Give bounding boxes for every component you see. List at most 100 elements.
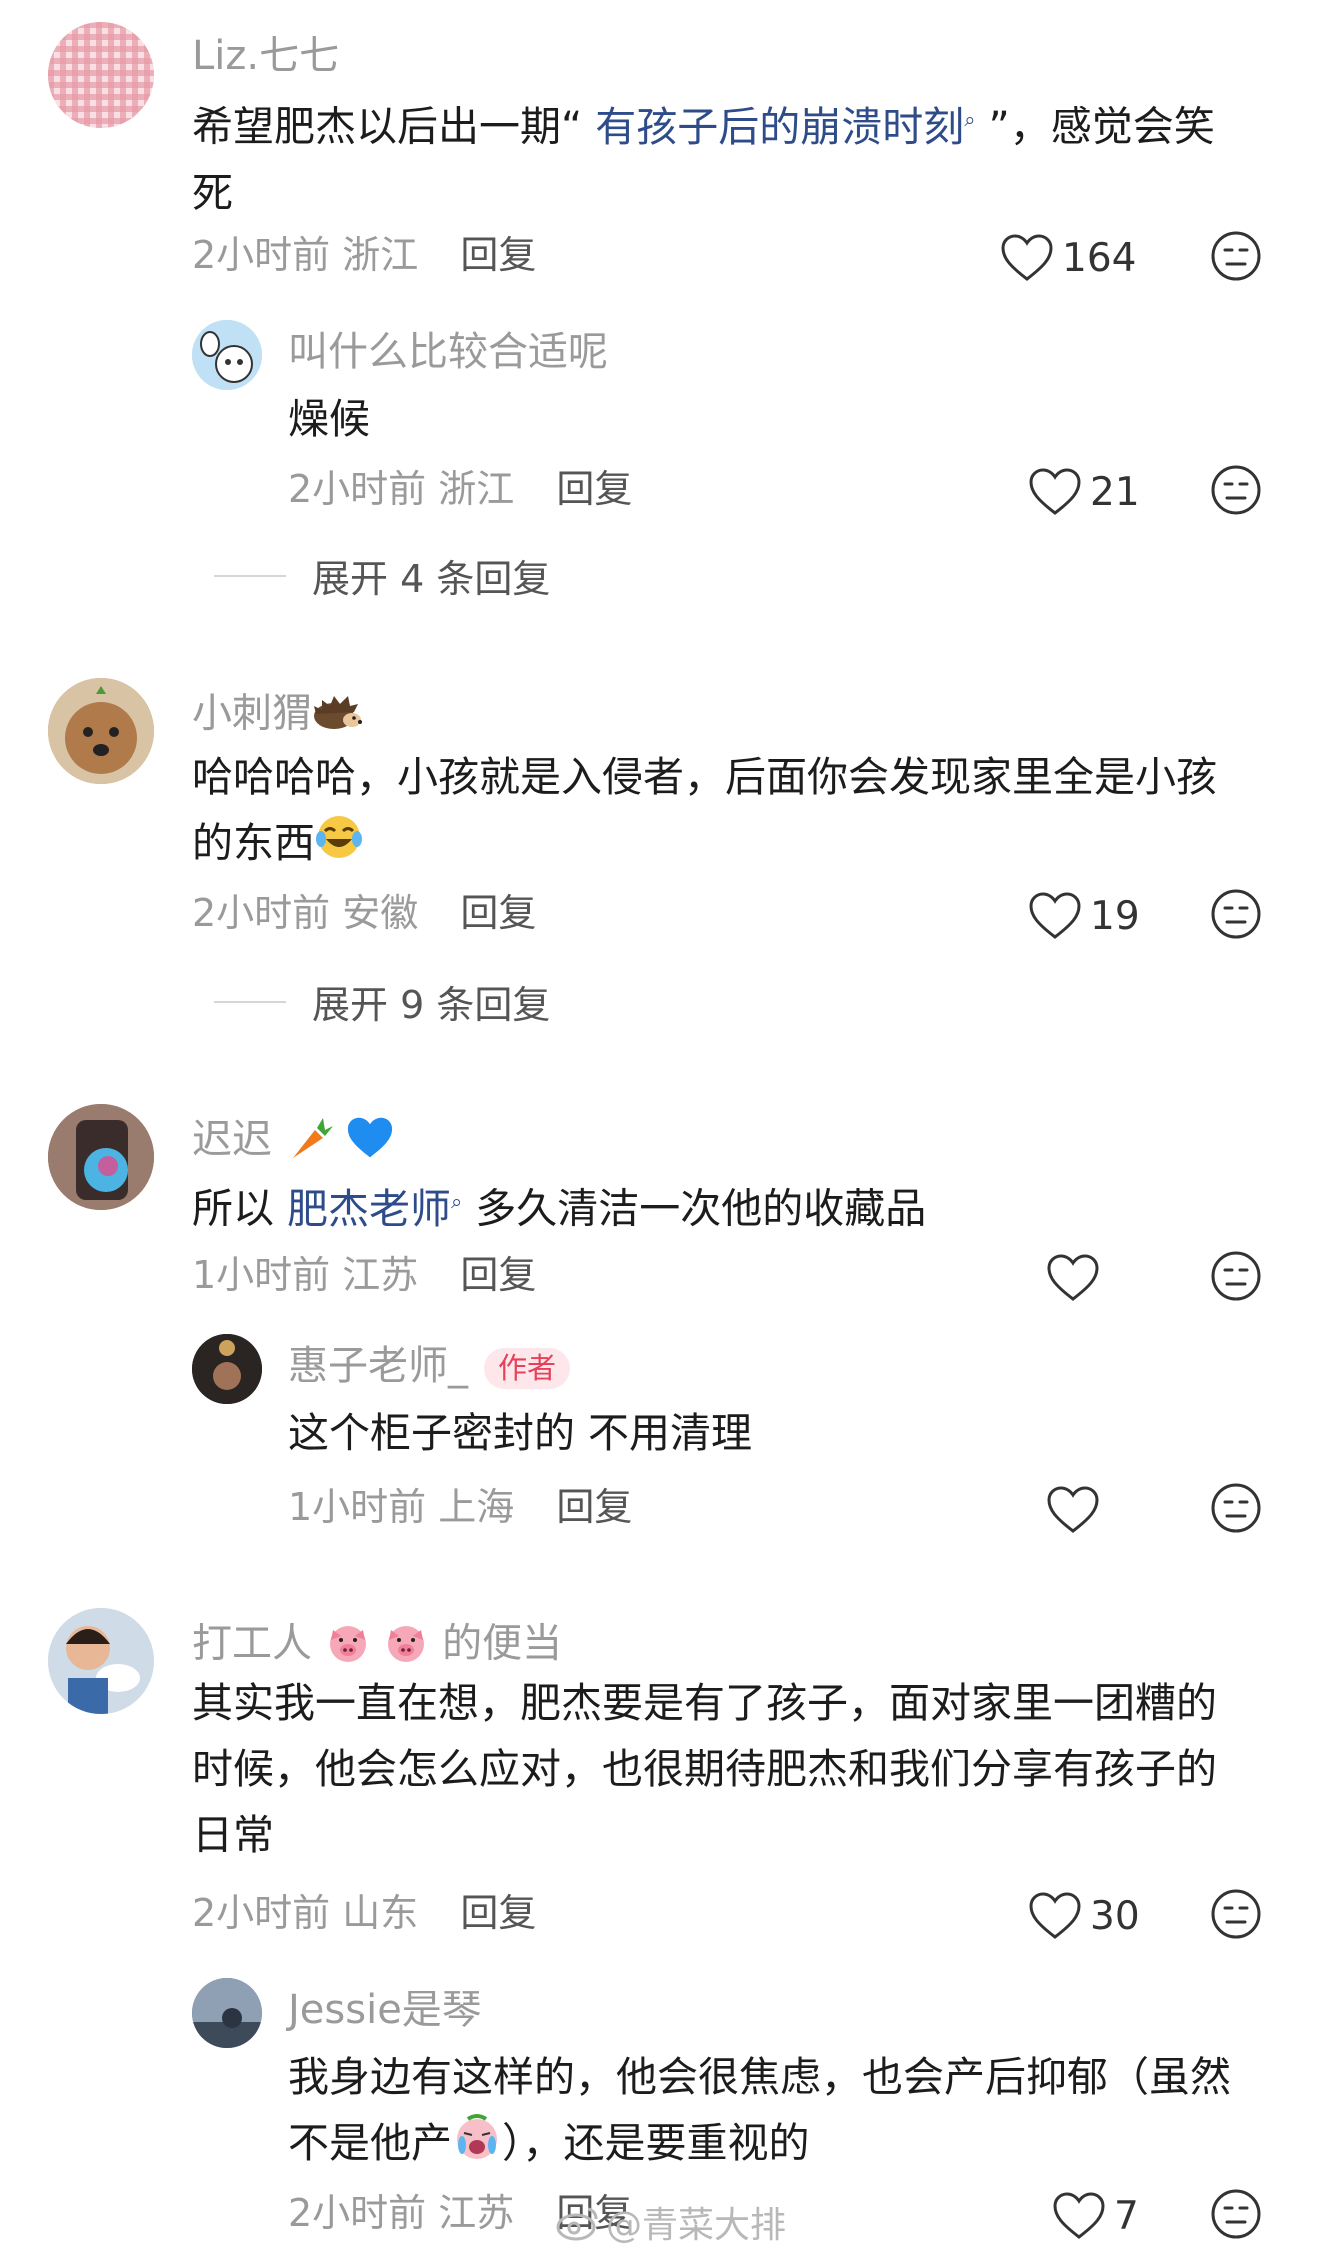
- like-count: 7: [1114, 2193, 1139, 2239]
- like-button[interactable]: 30: [1028, 1886, 1140, 1946]
- dislike-button[interactable]: [1210, 1250, 1262, 1302]
- comment-text: 所以 肥杰老师⌕ 多久清洁一次他的收藏品: [192, 1168, 1252, 1242]
- heart-outline-icon: [1053, 2192, 1105, 2239]
- like-button[interactable]: 19: [1028, 886, 1140, 946]
- timestamp: 2小时前: [288, 467, 427, 511]
- reply-button[interactable]: 回复: [460, 891, 536, 935]
- comment-text-part: 希望肥杰以后出一期“: [192, 102, 596, 151]
- comment-text: 希望肥杰以后出一期“ 有孩子后的崩溃时刻⌕ ”，感觉会笑 死: [192, 86, 1252, 226]
- dislike-face-icon: [1211, 465, 1261, 515]
- laughing-tears-emoji-icon: [315, 813, 363, 880]
- dislike-button[interactable]: [1210, 230, 1262, 282]
- comment-text-part: 的东西: [192, 819, 315, 867]
- search-link[interactable]: 肥杰老师⌕: [287, 1185, 462, 1233]
- heart-outline-icon: [1029, 1892, 1081, 1939]
- username[interactable]: Liz.七七: [192, 36, 339, 76]
- reply-button[interactable]: 回复: [460, 233, 536, 277]
- comment-meta: 2小时前 山东 回复: [192, 1894, 536, 1932]
- comment-meta: 1小时前 江苏 回复: [192, 1256, 536, 1294]
- avatar[interactable]: [48, 22, 154, 128]
- divider: [214, 574, 286, 577]
- divider: [214, 1000, 286, 1003]
- crying-face-emoji-icon: [452, 2113, 502, 2180]
- like-count: 30: [1090, 1893, 1140, 1939]
- avatar[interactable]: [48, 1608, 154, 1714]
- expand-replies-button[interactable]: 展开 9 条回复: [214, 974, 550, 1029]
- comment-text-part: 死: [192, 168, 233, 217]
- username[interactable]: Jessie是琴: [288, 1990, 482, 2030]
- timestamp: 2小时前: [192, 1891, 331, 1935]
- comment-text-part: 其实我一直在想，肥杰要是有了孩子，面对家里一团糟的: [192, 1679, 1217, 1727]
- avatar[interactable]: [48, 1104, 154, 1210]
- heart-outline-icon: [1047, 1254, 1099, 1301]
- dislike-button[interactable]: [1210, 464, 1262, 516]
- dislike-face-icon: [1211, 2189, 1261, 2239]
- reply-button[interactable]: 回复: [556, 467, 632, 511]
- username[interactable]: 小刺猬: [192, 692, 362, 739]
- avatar[interactable]: [192, 320, 262, 390]
- comment-text-part: 时候，他会怎么应对，也很期待肥杰和我们分享有孩子的: [192, 1745, 1217, 1793]
- timestamp: 1小时前: [288, 1485, 427, 1529]
- username[interactable]: 叫什么比较合适呢: [288, 332, 608, 372]
- avatar[interactable]: [192, 1978, 262, 2048]
- pig-emoji-icon: [325, 1620, 371, 1671]
- reply-meta: 1小时前 上海 回复: [288, 1488, 632, 1526]
- comment-text-part: 哈哈哈哈，小孩就是入侵者，后面你会发现家里全是小孩: [192, 753, 1217, 801]
- pig-emoji-icon: [383, 1620, 429, 1671]
- avatar[interactable]: [48, 678, 154, 784]
- location: 浙江: [438, 467, 515, 511]
- reply-button[interactable]: 回复: [556, 1485, 632, 1529]
- location: 山东: [342, 1891, 419, 1935]
- comment-text-part: 日常: [192, 1811, 274, 1859]
- timestamp: 2小时前: [192, 891, 331, 935]
- expand-replies-button[interactable]: 展开 4 条回复: [214, 548, 550, 603]
- photo-avatar-image: [48, 1104, 154, 1210]
- timestamp: 2小时前: [192, 233, 331, 277]
- cartoon-avatar-image: [192, 320, 262, 390]
- reply-text: 我身边有这样的，他会很焦虑，也会产后抑郁（虽然 不是他产 ），还是要重视的: [288, 2044, 1288, 2180]
- reply-button[interactable]: 回复: [460, 1891, 536, 1935]
- like-button[interactable]: 21: [1028, 462, 1140, 522]
- avatar[interactable]: [192, 1334, 262, 1404]
- weibo-logo-icon: [556, 2205, 600, 2250]
- expand-label: 展开 9 条回复: [312, 983, 551, 1027]
- like-button[interactable]: [1046, 1248, 1100, 1308]
- dislike-button[interactable]: [1210, 1888, 1262, 1940]
- like-button[interactable]: [1046, 1480, 1100, 1540]
- dislike-face-icon: [1211, 889, 1261, 939]
- dog-avatar-image: [48, 678, 154, 784]
- hedgehog-emoji-icon: [312, 692, 362, 739]
- username[interactable]: 惠子老师_ 作者: [288, 1346, 571, 1389]
- carrot-emoji-icon: [285, 1114, 333, 1169]
- reply-text-part: 不是他产: [288, 2119, 452, 2167]
- comment-meta: 2小时前 浙江 回复: [192, 236, 536, 274]
- photo-avatar-image: [192, 1978, 262, 2048]
- comment-text-part: 多久清洁一次他的收藏品: [462, 1184, 927, 1233]
- watermark: @青菜大排: [556, 2196, 786, 2250]
- like-count: 164: [1062, 235, 1137, 281]
- author-badge: 作者: [484, 1347, 571, 1389]
- reply-text: 这个柜子密封的 不用清理: [288, 1409, 753, 1457]
- photo-avatar-image: [192, 1334, 262, 1404]
- heart-outline-icon: [1047, 1486, 1099, 1533]
- heart-outline-icon: [1029, 892, 1081, 939]
- dislike-button[interactable]: [1210, 1482, 1262, 1534]
- photo-avatar-image: [48, 1608, 154, 1714]
- dislike-face-icon: [1211, 231, 1261, 281]
- username[interactable]: 打工人 的便当: [192, 1620, 562, 1671]
- timestamp: 1小时前: [192, 1253, 331, 1297]
- reply-button[interactable]: 回复: [460, 1253, 536, 1297]
- dislike-face-icon: [1211, 1889, 1261, 1939]
- gingham-avatar-image: [48, 22, 154, 128]
- username[interactable]: 迟迟: [192, 1114, 395, 1169]
- dislike-button[interactable]: [1210, 2188, 1262, 2240]
- dislike-button[interactable]: [1210, 888, 1262, 940]
- reply-text-part: 我身边有这样的，他会很焦虑，也会产后抑郁（虽然: [288, 2053, 1231, 2101]
- comment-text-part: ”，感觉会笑: [975, 102, 1215, 151]
- search-link[interactable]: 有孩子后的崩溃时刻⌕: [595, 103, 975, 151]
- reply-meta: 2小时前 浙江 回复: [288, 470, 632, 508]
- like-button[interactable]: 164: [1000, 228, 1136, 288]
- dislike-face-icon: [1211, 1251, 1261, 1301]
- like-button[interactable]: 7: [1052, 2186, 1139, 2246]
- search-icon: ⌕: [964, 107, 976, 131]
